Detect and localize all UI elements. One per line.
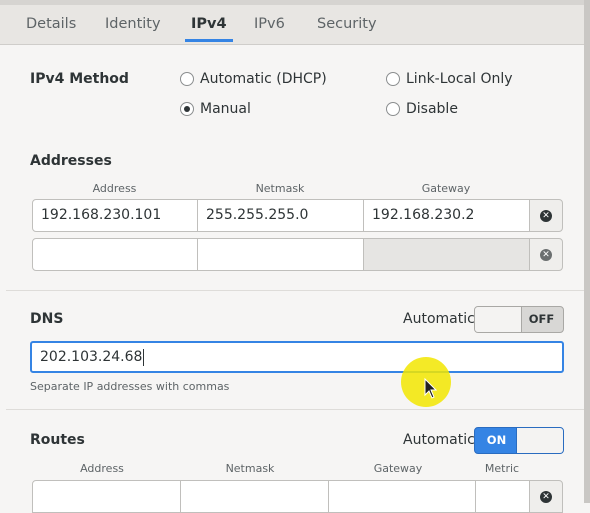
circle-x-icon: ✕ [540,209,552,222]
radio-link-local-only[interactable]: Link-Local Only [386,71,513,87]
route-metric-field[interactable] [475,480,530,513]
radio-manual[interactable]: Manual [180,101,251,117]
switch-state-label: OFF [528,312,555,326]
tab-identity[interactable]: Identity [105,5,161,44]
switch-knob [475,307,522,332]
dns-servers-input[interactable]: 202.103.24.68 [30,341,564,373]
text-caret [143,348,145,366]
tab-ipv6[interactable]: IPv6 [254,5,285,44]
netmask-field[interactable] [197,238,364,271]
radio-indicator [180,72,194,86]
routes-header-netmask: Netmask [225,462,275,475]
addresses-header-gateway: Gateway [421,182,471,195]
dns-automatic-label: Automatic [403,311,475,327]
routes-automatic-switch[interactable]: ON [474,427,564,454]
routes-header-gateway: Gateway [373,462,423,475]
delete-address-button[interactable]: ✕ [529,238,563,271]
radio-indicator [386,102,400,116]
radio-label: Disable [406,101,458,117]
routes-header-address: Address [80,462,124,475]
circle-x-icon: ✕ [540,248,552,261]
radio-disable[interactable]: Disable [386,101,458,117]
tab-bar: Details Identity IPv4 IPv6 Security [0,5,584,45]
gateway-field[interactable] [363,238,530,271]
switch-knob [516,428,563,453]
section-divider [6,409,584,410]
tab-ipv4[interactable]: IPv4 [185,5,233,44]
address-field[interactable]: 192.168.230.101 [32,199,198,232]
addresses-header-address: Address [92,182,137,195]
tab-details[interactable]: Details [26,5,76,44]
routes-header-metric: Metric [484,462,520,475]
addresses-header-netmask: Netmask [255,182,305,195]
radio-label: Manual [200,101,251,117]
route-gateway-field[interactable] [328,480,476,513]
routes-automatic-label: Automatic [403,432,475,448]
route-address-field[interactable] [32,480,181,513]
dns-hint: Separate IP addresses with commas [30,380,230,393]
route-netmask-field[interactable] [180,480,329,513]
radio-label: Link-Local Only [406,71,513,87]
mouse-pointer-icon [424,378,438,399]
radio-label: Automatic (DHCP) [200,71,327,87]
section-divider [6,290,584,291]
window-right-edge [584,0,590,503]
switch-state-label: ON [486,433,507,447]
delete-address-button[interactable]: ✕ [529,199,563,232]
radio-indicator-checked [180,102,194,116]
radio-indicator [386,72,400,86]
gateway-field[interactable]: 192.168.230.2 [363,199,530,232]
dns-servers-value: 202.103.24.68 [40,349,143,365]
delete-route-button[interactable]: ✕ [529,480,563,513]
circle-x-icon: ✕ [540,490,552,503]
routes-title: Routes [30,432,85,448]
addresses-title: Addresses [30,153,112,169]
tab-security[interactable]: Security [317,5,377,44]
radio-automatic-dhcp[interactable]: Automatic (DHCP) [180,71,327,87]
dns-automatic-switch[interactable]: OFF [474,306,564,333]
ipv4-method-label: IPv4 Method [30,71,129,87]
netmask-field[interactable]: 255.255.255.0 [197,199,364,232]
address-field[interactable] [32,238,198,271]
dns-title: DNS [30,311,64,327]
